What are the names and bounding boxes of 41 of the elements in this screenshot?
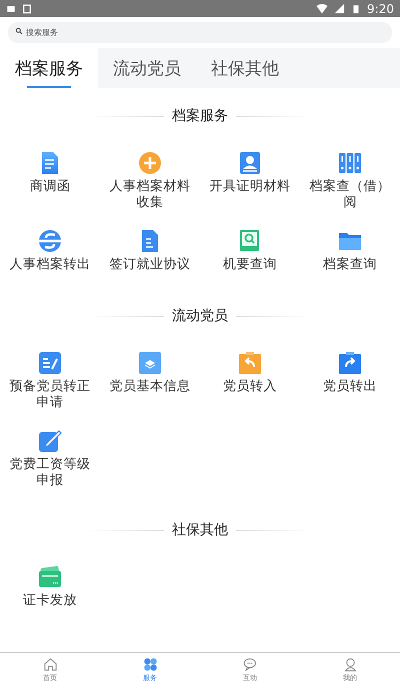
service-button[interactable]: 商调函 bbox=[0, 136, 100, 214]
pencil-icon bbox=[38, 429, 62, 453]
service-button[interactable]: 党员转出 bbox=[300, 336, 400, 414]
clipboard-back-icon bbox=[238, 351, 262, 375]
person-icon bbox=[342, 656, 358, 672]
tab[interactable]: 社保其他 bbox=[196, 48, 294, 88]
grid-icon bbox=[142, 656, 158, 672]
tab[interactable]: 档案服务 bbox=[0, 48, 98, 88]
section-title: 档案服务 bbox=[171, 107, 229, 125]
service-button[interactable]: 档案查询 bbox=[300, 214, 400, 292]
chat-icon bbox=[242, 656, 258, 672]
exchange-icon bbox=[38, 229, 62, 253]
section-title: 流动党员 bbox=[171, 307, 229, 325]
service-button[interactable]: 党费工资等级申报 bbox=[0, 414, 100, 492]
book-search-icon bbox=[238, 229, 262, 253]
tab[interactable]: 流动党员 bbox=[98, 48, 196, 88]
service-button[interactable]: 机要查询 bbox=[200, 214, 300, 292]
service-button[interactable]: 党员基本信息 bbox=[100, 336, 200, 414]
card-icon bbox=[38, 565, 62, 589]
section-title: 社保其他 bbox=[171, 521, 229, 539]
service-button[interactable]: 证卡发放 bbox=[0, 550, 100, 628]
plus-icon bbox=[138, 151, 162, 175]
service-button[interactable]: 开具证明材料 bbox=[200, 136, 300, 214]
service-button[interactable]: 档案查（借）阅 bbox=[300, 136, 400, 214]
service-button[interactable]: 党员转入 bbox=[200, 336, 300, 414]
search-icon bbox=[15, 27, 23, 35]
search-field[interactable]: 搜索服务 bbox=[8, 22, 392, 43]
wifi-icon bbox=[316, 2, 328, 14]
battery-icon bbox=[351, 2, 362, 14]
id-card-icon bbox=[238, 151, 262, 175]
note-pen-icon bbox=[38, 351, 62, 375]
clipboard-forward-icon bbox=[338, 351, 362, 375]
binder-icon bbox=[338, 151, 362, 175]
home-icon bbox=[42, 656, 58, 672]
clock: 9:20 bbox=[367, 2, 394, 16]
service-button[interactable]: 预备党员转正申请 bbox=[0, 336, 100, 414]
service-button[interactable]: 人事档案转出 bbox=[0, 214, 100, 292]
signal-icon bbox=[334, 3, 346, 14]
layers-icon bbox=[138, 351, 162, 375]
service-button[interactable]: 人事档案材料收集 bbox=[100, 136, 200, 214]
service-button[interactable]: 签订就业协议 bbox=[100, 214, 200, 292]
